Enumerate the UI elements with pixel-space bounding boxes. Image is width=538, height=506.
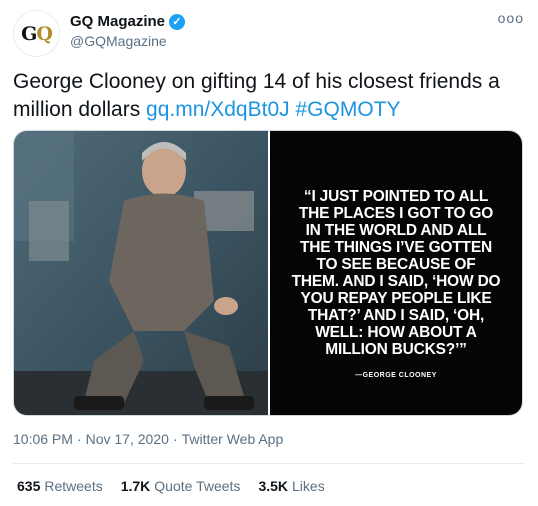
avatar-logo-g: G xyxy=(21,22,37,45)
photo-george-clooney[interactable] xyxy=(14,131,268,415)
author-name-row[interactable]: GQ Magazine ✓ xyxy=(70,13,186,30)
quote-tweets-count: 1.7K xyxy=(120,478,151,494)
likes-stat[interactable]: 3.5K Likes xyxy=(258,478,324,494)
quote-image[interactable]: “I JUST POINTED TO ALL THE PLACES I GOT … xyxy=(270,131,522,415)
likes-count: 3.5K xyxy=(258,478,289,494)
tweet-meta: 10:06 PM · Nov 17, 2020 · Twitter Web App xyxy=(13,431,283,447)
likes-label: Likes xyxy=(292,478,325,494)
tweet-hashtag[interactable]: #GQMOTY xyxy=(295,98,400,121)
tweet-card: GQ GQ Magazine ✓ @GQMagazine ooo George … xyxy=(0,0,538,506)
quote-text: “I JUST POINTED TO ALL THE PLACES I GOT … xyxy=(291,187,501,358)
quote-tweets-label: Quote Tweets xyxy=(154,478,241,494)
photo-illustration xyxy=(14,131,268,415)
quote-tweets-stat[interactable]: 1.7K Quote Tweets xyxy=(121,478,241,494)
avatar[interactable]: GQ xyxy=(13,10,60,57)
display-name[interactable]: GQ Magazine xyxy=(70,13,165,30)
divider xyxy=(13,463,525,464)
meta-separator: · xyxy=(172,431,178,447)
verified-badge-icon: ✓ xyxy=(169,13,186,30)
meta-separator: · xyxy=(76,431,82,447)
avatar-logo-q: Q xyxy=(36,22,53,45)
tweet-text: George Clooney on gifting 14 of his clos… xyxy=(13,68,523,124)
tweet-time[interactable]: 10:06 PM xyxy=(13,431,73,447)
tweet-link[interactable]: gq.mn/XdqBt0J xyxy=(146,98,290,121)
handle[interactable]: @GQMagazine xyxy=(70,33,167,49)
retweets-stat[interactable]: 635 Retweets xyxy=(17,478,103,494)
media-grid[interactable]: “I JUST POINTED TO ALL THE PLACES I GOT … xyxy=(13,130,523,416)
retweets-label: Retweets xyxy=(44,478,103,494)
retweets-count: 635 xyxy=(17,478,41,494)
tweet-source[interactable]: Twitter Web App xyxy=(182,431,284,447)
quote-attribution: —GEORGE CLOONEY xyxy=(355,371,437,379)
tweet-stats: 635 Retweets 1.7K Quote Tweets 3.5K Likes xyxy=(17,478,325,494)
more-options-icon[interactable]: ooo xyxy=(498,10,524,26)
tweet-date[interactable]: Nov 17, 2020 xyxy=(86,431,169,447)
